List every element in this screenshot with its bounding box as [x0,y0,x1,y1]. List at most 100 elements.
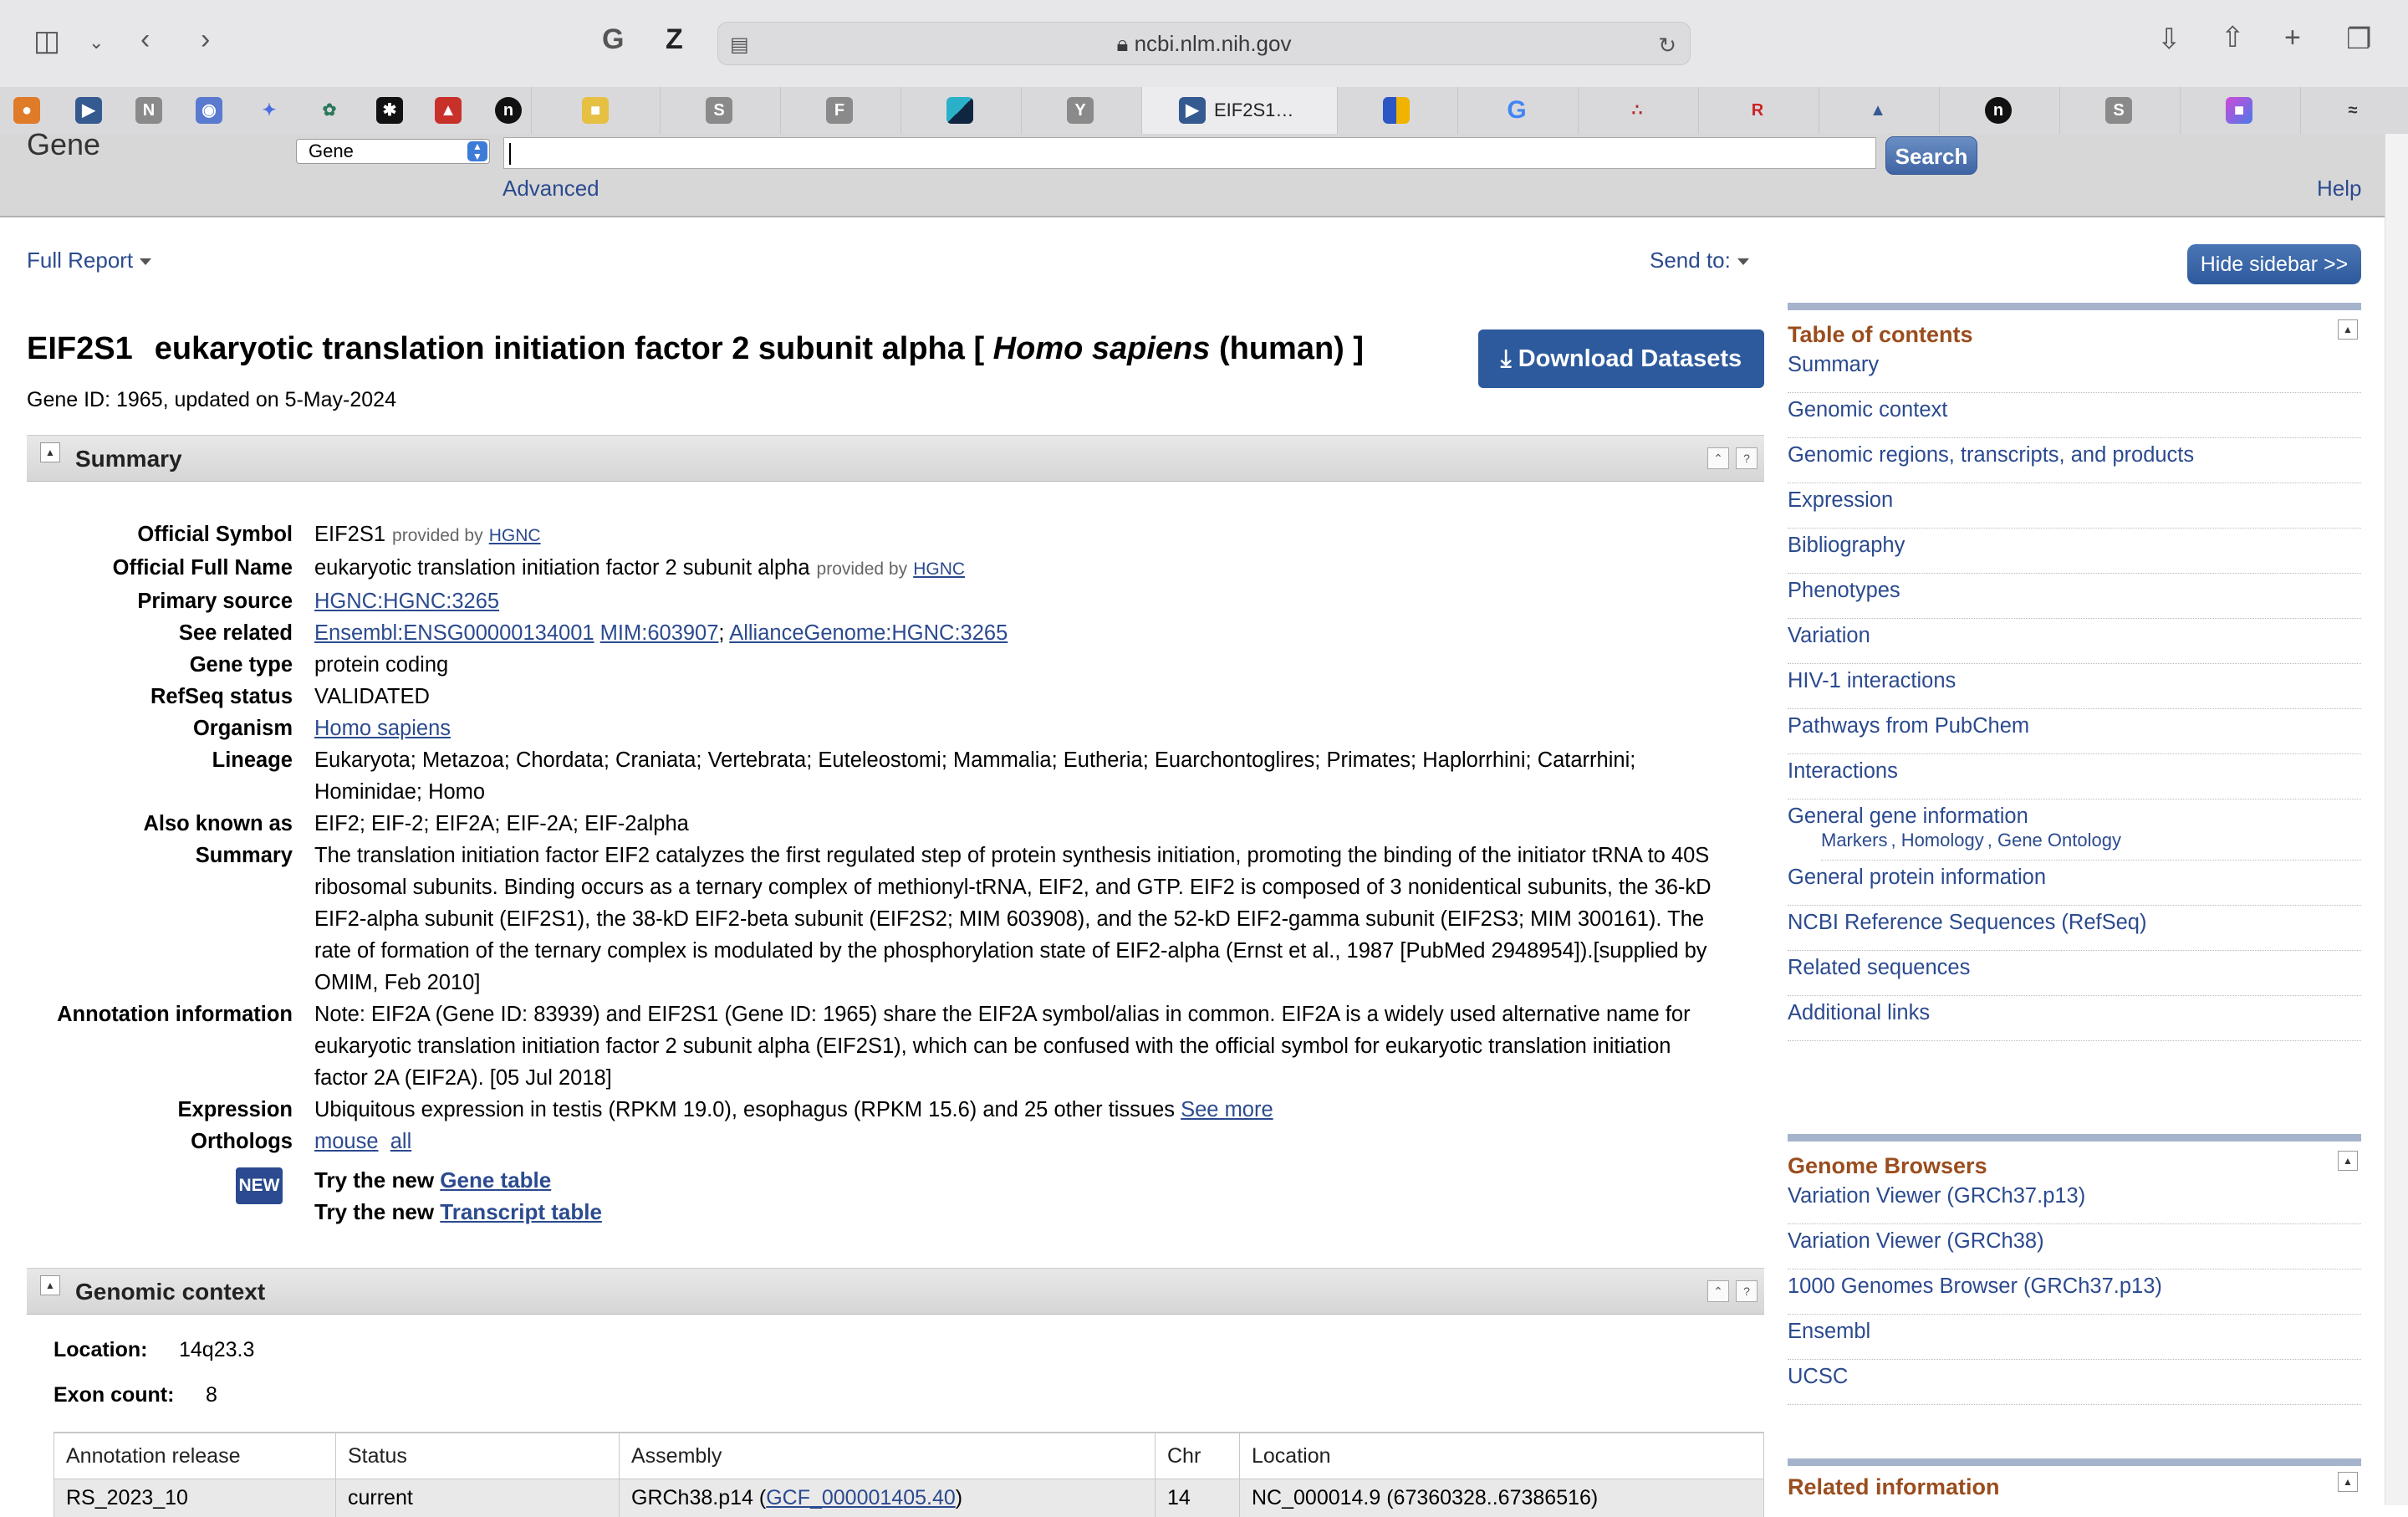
toc-item-phenotypes[interactable]: Phenotypes [1788,574,2361,619]
toc-item-related-sequences[interactable]: Related sequences [1788,951,2361,996]
zotero-extension-icon[interactable]: Z [666,25,683,54]
toc-subitem-gene-ontology[interactable]: Gene Ontology [1997,830,2121,850]
tab-favicon-icon[interactable]: ◉ [196,97,222,124]
forward-icon[interactable]: › [201,25,210,54]
tab[interactable]: ≈ [2301,87,2408,134]
toc-item-general-protein-info[interactable]: General protein information [1788,861,2361,906]
tab[interactable]: Y [1022,87,1142,134]
gene-table-link[interactable]: Gene table [440,1167,551,1193]
alliance-genome-link[interactable]: AllianceGenome:HGNC:3265 [729,621,1008,645]
search-input[interactable] [503,137,1876,169]
tab[interactable] [901,87,1022,134]
grammarly-extension-icon[interactable]: G [602,25,624,54]
share-icon[interactable]: ⇧ [2221,23,2245,52]
collapse-toggle-icon[interactable]: ▲ [2338,1151,2358,1171]
toc-item-interactions[interactable]: Interactions [1788,754,2361,799]
ensembl-link[interactable]: Ensembl:ENSG00000134001 [314,621,594,645]
tab-active[interactable]: ▶ EIF2S1… [1142,87,1338,134]
tab[interactable]: S [661,87,781,134]
toc-subitem-markers[interactable]: Markers [1821,830,1887,850]
toc-item-summary[interactable]: Summary [1788,348,2361,393]
browser-link-ucsc[interactable]: UCSC [1788,1360,2361,1405]
gene-logo[interactable]: Gene [27,127,100,162]
tab[interactable]: R [1699,87,1819,134]
help-icon[interactable]: ? [1736,1280,1758,1302]
tab[interactable]: ■ [532,87,661,134]
collapse-toggle-icon[interactable]: ▲ [2338,1472,2358,1492]
mim-link[interactable]: MIM:603907 [600,621,719,645]
provider-link[interactable]: HGNC [489,526,541,545]
tab[interactable]: ▲ [1819,87,1940,134]
tab[interactable]: S [2060,87,2181,134]
gene-id-line: Gene ID: 1965, updated on 5-May-2024 [27,388,396,412]
tab[interactable]: n [1940,87,2060,134]
new-tab-icon[interactable]: + [2284,23,2301,52]
tab[interactable]: ■ [2181,87,2301,134]
transcript-table-link[interactable]: Transcript table [440,1199,602,1224]
toc-subitem-homology[interactable]: Homology [1901,830,1984,850]
page-scrollbar[interactable] [2385,134,2408,1505]
database-select[interactable]: Gene ▲▼ [296,139,490,164]
column-header[interactable]: Status [336,1433,620,1479]
browser-link-variation-viewer-grch38[interactable]: Variation Viewer (GRCh38) [1788,1224,2361,1269]
browser-link-ensembl[interactable]: Ensembl [1788,1315,2361,1360]
tab-overview-icon[interactable]: ❐ [2346,25,2371,54]
see-more-link[interactable]: See more [1181,1098,1273,1121]
tab-favicon-icon[interactable]: ✱ [376,97,403,124]
organism-link[interactable]: Homo sapiens [314,717,451,740]
search-button[interactable]: Search [1885,136,1977,175]
address-bar[interactable]: ▤ 🔒︎ ncbi.nlm.nih.gov ↻ [717,22,1691,65]
send-to-menu[interactable]: Send to: [1650,248,1749,273]
sidebar-toggle-icon[interactable]: ◫ [33,27,60,55]
help-icon[interactable]: ? [1736,447,1758,469]
download-datasets-button[interactable]: ⤓ Download Datasets [1478,329,1764,388]
orthologs-all-link[interactable]: all [390,1130,412,1153]
tab[interactable] [1338,87,1458,134]
go-to-top-icon[interactable]: ⌃ [1707,1280,1729,1302]
back-icon[interactable]: ‹ [140,25,150,54]
tab-favicon-icon[interactable]: ✦ [256,97,283,124]
toc-item-additional-links[interactable]: Additional links [1788,996,2361,1041]
orthologs-mouse-link[interactable]: mouse [314,1130,379,1153]
browser-link-variation-viewer-grch37[interactable]: Variation Viewer (GRCh37.p13) [1788,1179,2361,1224]
collapse-toggle-icon[interactable]: ▲ [40,1275,60,1295]
full-report-menu[interactable]: Full Report [27,248,151,273]
primary-source-link[interactable]: HGNC:HGNC:3265 [314,590,499,613]
go-to-top-icon[interactable]: ⌃ [1707,447,1729,469]
tab-favicon-icon[interactable]: ▶ [75,97,102,124]
related-information-title: Related information [1788,1474,2361,1500]
assembly-link[interactable]: GCF_000001405.40 [766,1486,956,1509]
chevron-down-icon[interactable]: ⌄ [89,28,104,57]
toc-item-pathways[interactable]: Pathways from PubChem [1788,709,2361,754]
advanced-search-link[interactable]: Advanced [503,176,599,202]
tab-favicon-icon[interactable]: ✿ [316,97,343,124]
help-link[interactable]: Help [2317,176,2361,202]
toc-item-variation[interactable]: Variation [1788,619,2361,664]
collapse-toggle-icon[interactable]: ▲ [2338,319,2358,340]
send-to-label: Send to: [1650,248,1731,273]
tab[interactable]: ∴ [1579,87,1699,134]
tab-favicon-icon[interactable]: n [495,97,522,124]
toc-item-expression[interactable]: Expression [1788,483,2361,529]
tab[interactable]: G [1458,87,1579,134]
toc-item-hiv-interactions[interactable]: HIV-1 interactions [1788,664,2361,709]
cell-assembly: GRCh38.p14 (GCF_000001405.40) [620,1479,1156,1517]
toc-item-genomic-context[interactable]: Genomic context [1788,393,2361,438]
provider-link[interactable]: HGNC [913,559,965,579]
tab-favicon-icon[interactable]: N [135,97,162,124]
browser-link-1000-genomes[interactable]: 1000 Genomes Browser (GRCh37.p13) [1788,1269,2361,1315]
download-icon[interactable]: ⇩ [2157,25,2181,54]
column-header[interactable]: Annotation release [54,1433,336,1479]
collapse-toggle-icon[interactable]: ▲ [40,442,60,462]
reload-icon[interactable]: ↻ [1658,31,1676,59]
column-header[interactable]: Assembly [620,1433,1156,1479]
tab[interactable]: F [781,87,901,134]
column-header[interactable]: Location [1240,1433,1764,1479]
tab-favicon-icon[interactable]: ▲ [435,97,462,124]
toc-item-genomic-regions[interactable]: Genomic regions, transcripts, and produc… [1788,438,2361,483]
toc-item-refseq[interactable]: NCBI Reference Sequences (RefSeq) [1788,906,2361,951]
tab-favicon-icon[interactable]: ● [13,97,40,124]
toc-item-bibliography[interactable]: Bibliography [1788,529,2361,574]
hide-sidebar-button[interactable]: Hide sidebar >> [2187,244,2361,284]
column-header[interactable]: Chr [1156,1433,1240,1479]
